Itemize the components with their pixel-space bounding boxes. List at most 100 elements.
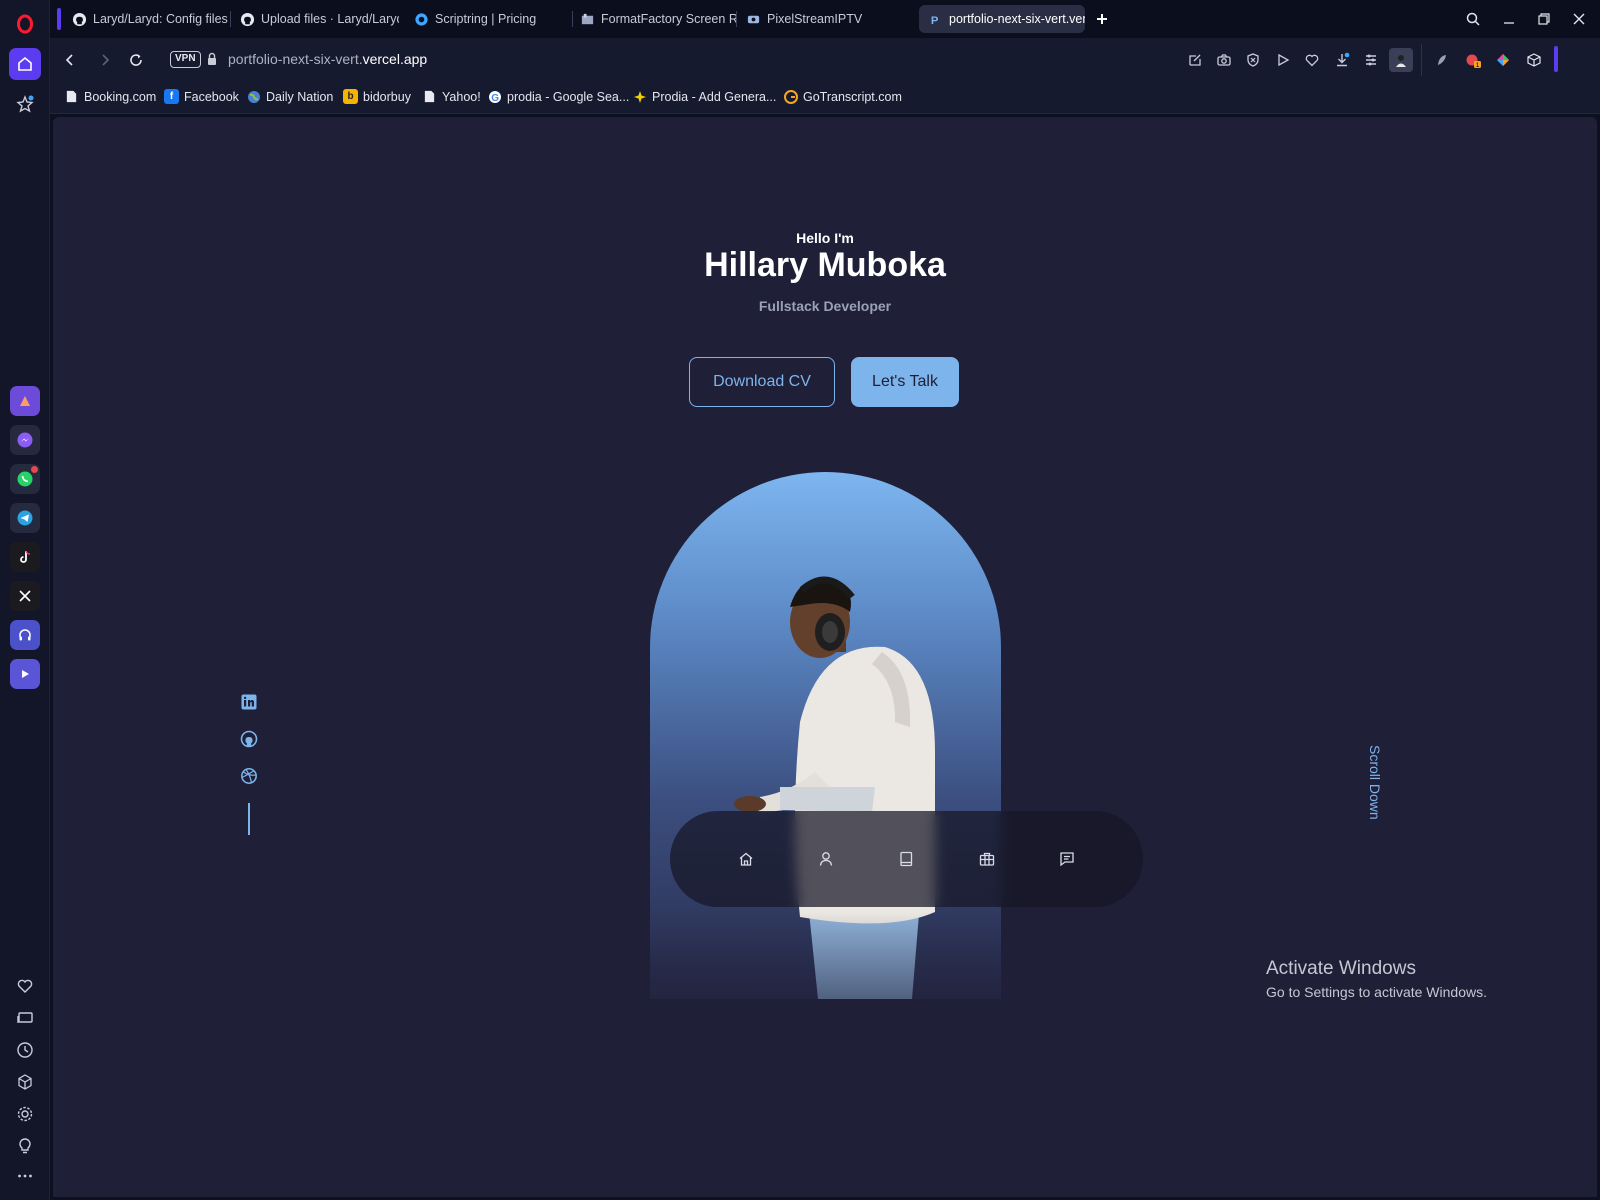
- tab-portfolio[interactable]: P portfolio-next-six-vert.verc: [919, 5, 1085, 33]
- browser-sidebar: [0, 0, 50, 1200]
- bookmarks-bar: Booking.com f Facebook Daily Nation b bi…: [50, 82, 1600, 114]
- adblock-shield-icon[interactable]: [1243, 50, 1263, 70]
- url-field[interactable]: portfolio-next-six-vert.vercel.app: [228, 51, 427, 67]
- prodia-icon: [632, 89, 647, 104]
- google-icon: G: [487, 89, 502, 104]
- pinboard-star-icon[interactable]: [9, 88, 41, 120]
- notification-dot: [31, 466, 38, 473]
- user-icon[interactable]: [806, 839, 846, 879]
- restore-window-icon[interactable]: [1534, 9, 1554, 29]
- search-icon[interactable]: [1463, 9, 1483, 29]
- aria-app-icon[interactable]: [10, 386, 40, 416]
- vpn-badge[interactable]: VPN: [170, 51, 201, 68]
- svg-text:G: G: [491, 93, 499, 104]
- messenger-icon[interactable]: [10, 425, 40, 455]
- profile-avatar[interactable]: [1389, 48, 1413, 72]
- home-icon[interactable]: [726, 839, 766, 879]
- home-sidebar-icon[interactable]: [9, 48, 41, 80]
- new-tab-plus-icon[interactable]: [1092, 9, 1112, 29]
- lets-talk-button[interactable]: Let's Talk: [851, 357, 959, 407]
- reload-icon[interactable]: [126, 50, 146, 70]
- bookmark-label: Prodia - Add Genera...: [652, 89, 777, 104]
- bookmark-gotranscript[interactable]: GoTranscript.com: [783, 89, 902, 104]
- bookmark-label: Booking.com: [84, 89, 157, 104]
- url-domain: vercel.app: [362, 51, 428, 67]
- bookmark-booking[interactable]: Booking.com: [64, 89, 156, 104]
- toolbar-divider: [1421, 44, 1422, 76]
- scroll-down-link[interactable]: Scroll Down: [1363, 745, 1383, 845]
- close-window-icon[interactable]: [1569, 9, 1589, 29]
- url-prefix: portfolio-next-six-vert.: [228, 51, 363, 67]
- tab-scriptring[interactable]: Scriptring | Pricing: [405, 5, 573, 33]
- tab-upload-files[interactable]: Upload files · Laryd/Laryd: [231, 5, 399, 33]
- settings-gear-icon[interactable]: [9, 1098, 41, 1130]
- social-divider-line: [248, 803, 250, 835]
- bookmark-facebook[interactable]: f Facebook: [164, 89, 239, 104]
- download-icon[interactable]: [1332, 50, 1352, 70]
- hello-text: Hello I'm: [796, 230, 854, 246]
- pixelstream-icon: [745, 11, 761, 27]
- lock-icon[interactable]: [205, 52, 219, 66]
- tab-label: Laryd/Laryd: Config files fo: [93, 12, 231, 26]
- bottom-nav-dock: [670, 811, 1143, 907]
- extension-badge-count: 1: [1476, 62, 1480, 68]
- page-icon: [64, 89, 79, 104]
- bookmark-yahoo[interactable]: Yahoo!: [422, 89, 481, 104]
- minimize-icon[interactable]: [1499, 9, 1519, 29]
- snapshot-edit-icon[interactable]: [1185, 50, 1205, 70]
- tab-label: FormatFactory Screen Rec: [601, 12, 737, 26]
- ext-badge-icon[interactable]: 1: [1463, 50, 1483, 70]
- more-dots-icon[interactable]: [9, 1160, 41, 1192]
- tabs-icon[interactable]: [9, 1002, 41, 1034]
- ext-colorful-icon[interactable]: [1493, 50, 1513, 70]
- gotranscript-icon: [783, 89, 798, 104]
- github-icon[interactable]: [239, 729, 259, 749]
- bookmark-prodia-google[interactable]: G prodia - Google Sea...: [487, 89, 629, 104]
- workspace-indicator: [57, 8, 61, 30]
- bookmark-prodia-add[interactable]: Prodia - Add Genera...: [632, 89, 776, 104]
- briefcase-icon[interactable]: [967, 839, 1007, 879]
- scriptring-icon: [413, 11, 429, 27]
- book-icon[interactable]: [886, 839, 926, 879]
- ext-feather-icon[interactable]: [1432, 50, 1452, 70]
- extensions-box-icon[interactable]: [1524, 50, 1544, 70]
- tab-label: Upload files · Laryd/Laryd: [261, 12, 399, 26]
- favorite-heart-icon[interactable]: [1302, 50, 1322, 70]
- address-bar: VPN portfolio-next-six-vert.vercel.app 1: [50, 38, 1600, 82]
- bookmark-label: Facebook: [184, 89, 239, 104]
- bookmark-label: Yahoo!: [442, 89, 481, 104]
- github-icon: [71, 11, 87, 27]
- telegram-icon[interactable]: [10, 503, 40, 533]
- page-icon: [422, 89, 437, 104]
- page-viewport: Hello I'm Hillary Muboka Fullstack Devel…: [53, 117, 1597, 1197]
- tab-strip: Laryd/Laryd: Config files fo Upload file…: [50, 0, 1600, 38]
- dribbble-icon[interactable]: [239, 766, 259, 786]
- bookmark-bidorbuy[interactable]: b bidorbuy: [343, 89, 411, 104]
- back-arrow-icon[interactable]: [60, 50, 80, 70]
- linkedin-icon[interactable]: [239, 692, 259, 712]
- play-icon[interactable]: [1273, 50, 1293, 70]
- tab-formatfactory[interactable]: FormatFactory Screen Rec: [571, 5, 737, 33]
- x-twitter-icon[interactable]: [10, 581, 40, 611]
- person-illustration: [650, 576, 1001, 999]
- heart-icon[interactable]: [9, 970, 41, 1002]
- tab-pixelstream[interactable]: PixelStreamIPTV: [737, 5, 899, 33]
- camera-icon[interactable]: [1214, 50, 1234, 70]
- easy-setup-icon[interactable]: [1361, 50, 1381, 70]
- bidorbuy-icon: b: [343, 89, 358, 104]
- extensions-cube-icon[interactable]: [9, 1066, 41, 1098]
- whatsapp-icon[interactable]: [10, 464, 40, 494]
- player-icon[interactable]: [10, 659, 40, 689]
- history-clock-icon[interactable]: [9, 1034, 41, 1066]
- message-icon[interactable]: [1047, 839, 1087, 879]
- activate-subtitle: Go to Settings to activate Windows.: [1266, 984, 1487, 1000]
- tab-laryd-config[interactable]: Laryd/Laryd: Config files fo: [63, 5, 231, 33]
- forward-arrow-icon[interactable]: [95, 50, 115, 70]
- tiktok-icon[interactable]: [10, 542, 40, 572]
- lightbulb-icon[interactable]: [9, 1130, 41, 1162]
- opera-logo-icon[interactable]: [9, 8, 41, 40]
- music-player-icon[interactable]: [10, 620, 40, 650]
- github-icon: [239, 11, 255, 27]
- download-cv-button[interactable]: Download CV: [689, 357, 835, 407]
- bookmark-daily-nation[interactable]: Daily Nation: [246, 89, 333, 104]
